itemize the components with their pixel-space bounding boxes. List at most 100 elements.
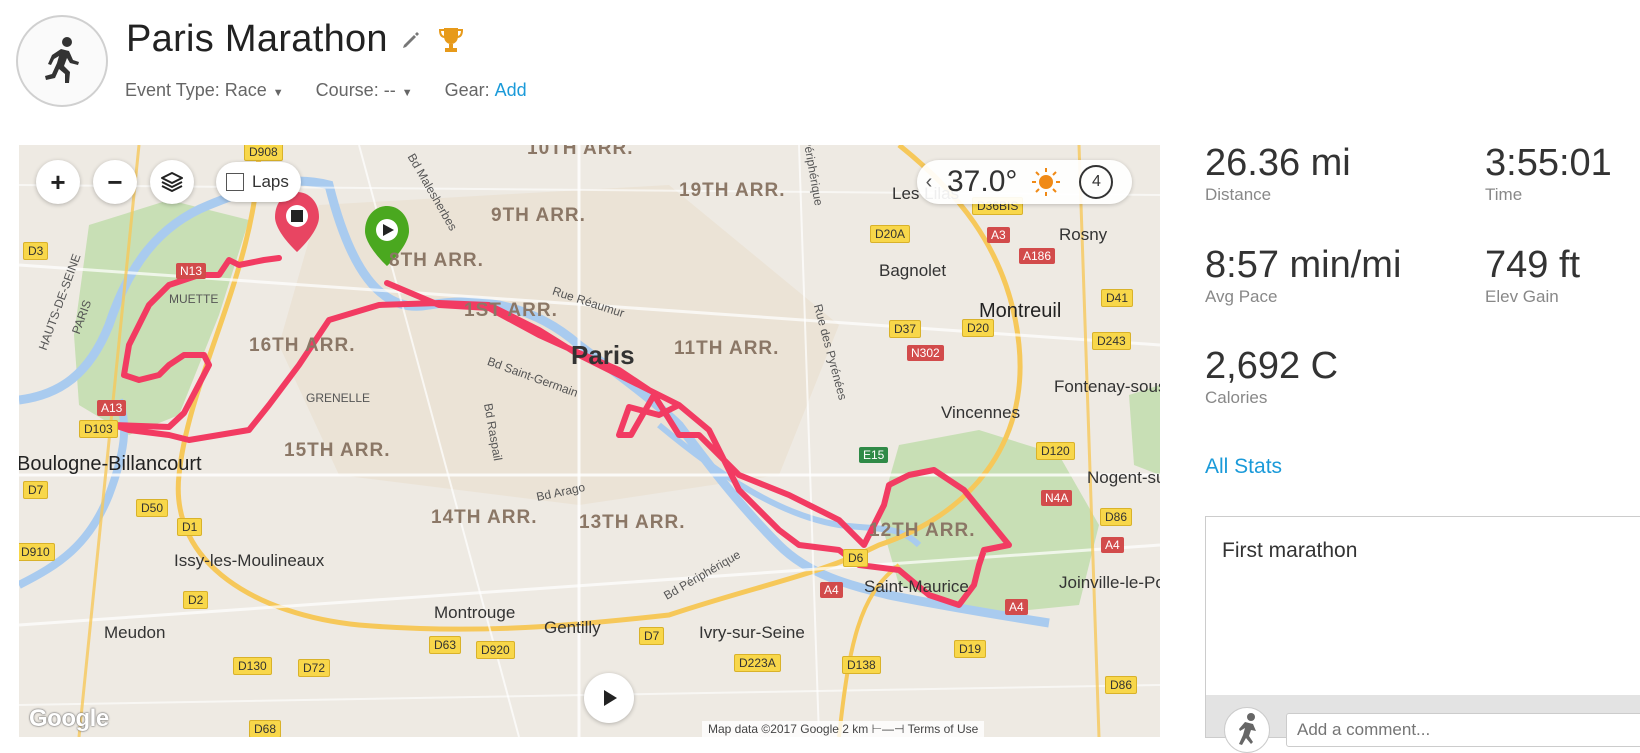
course-dropdown[interactable]: Course: -- ▼ (316, 80, 413, 101)
road-shield: D7 (23, 481, 49, 499)
map-label: Boulogne-Billancourt (19, 453, 202, 475)
user-avatar (1224, 707, 1270, 753)
map-label: 10TH ARR. (527, 145, 634, 159)
map-label: MUETTE (169, 292, 219, 306)
map-attribution[interactable]: Map data ©2017 Google 2 km ⊢—⊣ Terms of … (702, 721, 985, 737)
map-label: Rosny (1059, 225, 1108, 244)
zoom-in-button[interactable]: + (36, 160, 80, 204)
time-value: 3:55:01 (1485, 142, 1612, 184)
distance-label: Distance (1205, 185, 1272, 204)
road-shield: D223A (734, 654, 781, 672)
gear-label: Gear: (444, 80, 490, 100)
activity-notes[interactable]: First marathon (1205, 516, 1640, 698)
calories-value: 2,692 C (1205, 345, 1339, 387)
elev-gain-label: Elev Gain (1485, 287, 1559, 306)
elev-gain-stat: 749 ft Elev Gain (1485, 245, 1580, 307)
add-gear-link[interactable]: Add (495, 80, 527, 101)
map-label: Joinville-le-Pont (1059, 573, 1160, 592)
zoom-out-button[interactable]: − (93, 160, 137, 204)
highway-shield: N302 (907, 345, 944, 361)
laps-toggle[interactable]: Laps (216, 162, 301, 202)
activity-meta-row: Event Type: Race ▼ Course: -- ▼ Gear: Ad… (125, 80, 559, 101)
road-shield: D68 (249, 720, 282, 737)
map-label: Bagnolet (879, 261, 947, 280)
map-label: Nogent-sur-Marne (1087, 468, 1160, 487)
road-shield: D3 (23, 242, 49, 260)
caret-down-icon: ▼ (401, 86, 413, 99)
highway-shield: A3 (987, 227, 1010, 243)
temperature-value: 37.0° (947, 165, 1018, 198)
map-label: Fontenay-sous-Bois (1054, 377, 1160, 396)
map-label: GRENELLE (306, 391, 371, 405)
map-label: 11TH ARR. (674, 338, 780, 359)
route-map[interactable]: 10TH ARR. 9TH ARR. 19TH ARR. 8TH ARR. 1S… (19, 145, 1160, 737)
avg-pace-stat: 8:57 min/mi Avg Pace (1205, 245, 1401, 307)
road-shield: D63 (429, 636, 462, 654)
road-shield: D41 (1101, 289, 1134, 307)
calories-label: Calories (1205, 388, 1268, 407)
map-label: 9TH ARR. (491, 205, 586, 226)
highway-shield: A4 (1101, 537, 1124, 553)
user-running-icon (1239, 713, 1256, 745)
map-label: 15TH ARR. (284, 440, 391, 461)
map-label: 19TH ARR. (679, 180, 786, 201)
highway-shield: N4A (1041, 490, 1073, 506)
map-label: Ivry-sur-Seine (699, 623, 805, 642)
caret-down-icon: ▼ (272, 86, 284, 99)
road-shield: D6 (843, 549, 869, 567)
notes-text: First marathon (1222, 539, 1358, 562)
road-shield: D72 (298, 659, 331, 677)
weather-widget: ‹ 37.0° 4 (917, 160, 1132, 204)
road-shield: D20A (870, 225, 911, 243)
distance-stat: 26.36 mi Distance (1205, 143, 1351, 205)
avg-pace-label: Avg Pace (1205, 287, 1278, 306)
map-label: Vincennes (941, 403, 1021, 422)
road-shield: D1 (177, 518, 203, 536)
map-label-paris: Paris (571, 340, 635, 370)
highway-shield: E15 (859, 447, 889, 463)
map-label: Saint-Maurice (864, 577, 969, 596)
all-stats-link[interactable]: All Stats (1205, 455, 1282, 479)
road-shield: D138 (842, 656, 881, 674)
time-stat: 3:55:01 Time (1485, 143, 1612, 205)
play-icon (604, 690, 617, 706)
map-label: 8TH ARR. (389, 250, 484, 271)
highway-shield: A4 (820, 582, 843, 598)
avg-pace-value: 8:57 min/mi (1205, 244, 1402, 286)
event-type-dropdown[interactable]: Event Type: Race ▼ (125, 80, 284, 101)
event-type-value: Race (224, 80, 267, 100)
course-value: -- (383, 80, 396, 100)
map-label: Meudon (104, 623, 166, 642)
map-layers-button[interactable] (150, 160, 194, 204)
time-label: Time (1485, 185, 1523, 204)
road-shield: D103 (79, 420, 118, 438)
road-shield: D19 (954, 640, 987, 658)
road-shield: D908 (244, 145, 283, 161)
road-shield: D2 (183, 591, 209, 609)
chevron-left-icon[interactable]: ‹ (917, 171, 941, 194)
comment-input[interactable] (1286, 713, 1640, 747)
highway-shield: A13 (97, 400, 127, 416)
highway-shield: N13 (176, 263, 207, 279)
map-label: 14TH ARR. (431, 507, 538, 528)
calories-stat: 2,692 C Calories (1205, 346, 1338, 408)
road-shield: D910 (19, 543, 55, 561)
road-shield: D120 (1036, 442, 1075, 460)
activity-title-row: Paris Marathon (126, 18, 464, 61)
laps-label: Laps (252, 172, 289, 191)
highway-shield: A4 (1005, 599, 1028, 615)
route-playback-button[interactable] (584, 673, 634, 723)
event-type-label: Event Type: (125, 80, 220, 100)
activity-title: Paris Marathon (126, 18, 388, 60)
sun-icon (1031, 167, 1061, 197)
elev-gain-value: 749 ft (1485, 244, 1581, 286)
edit-pencil-icon[interactable] (402, 31, 420, 49)
road-shield: D243 (1092, 332, 1131, 350)
running-icon (45, 37, 79, 83)
map-label: 12TH ARR. (869, 520, 976, 541)
map-label: 1ST ARR. (464, 300, 558, 321)
map-label: 13TH ARR. (579, 512, 686, 533)
laps-checkbox[interactable] (226, 173, 244, 191)
comment-bar (1205, 695, 1640, 753)
map-label: Gentilly (544, 618, 601, 637)
